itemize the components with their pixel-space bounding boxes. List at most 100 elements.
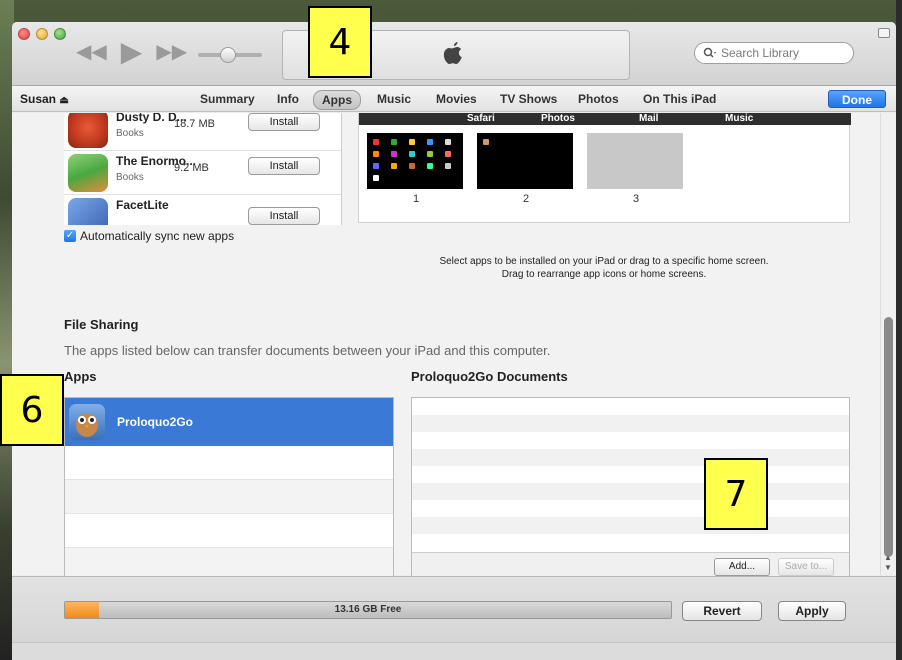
callout-7: 7 <box>704 458 768 530</box>
app-thumb <box>427 139 433 145</box>
done-button[interactable]: Done <box>828 90 886 108</box>
document-row <box>412 517 849 534</box>
scroll-down-arrow-icon[interactable]: ▼ <box>884 563 892 572</box>
home-screen-help-line: Drag to rearrange app icons or home scre… <box>501 269 707 280</box>
app-thumb <box>427 151 433 157</box>
dock-label: Safari <box>467 113 495 124</box>
app-row[interactable]: Dusty D. D... Books 18.7 MB Install <box>64 113 341 151</box>
device-name-label: Susan <box>20 92 57 106</box>
capacity-bar: 13.16 GB Free <box>64 601 672 619</box>
app-thumb <box>445 163 451 169</box>
status-bar <box>12 642 896 660</box>
app-thumb <box>391 139 397 145</box>
app-thumb <box>373 163 379 169</box>
search-field[interactable]: Search Library <box>694 42 854 64</box>
proloquo2go-app-icon <box>69 404 105 440</box>
home-screen-thumbnail[interactable] <box>367 133 463 189</box>
home-screen-help: Select apps to be installed on your iPad… <box>358 255 850 281</box>
dock-label: Photos <box>541 113 575 124</box>
app-row[interactable]: FacetLite Install <box>64 195 341 225</box>
apple-logo-icon <box>443 42 462 64</box>
fullscreen-toggle-button[interactable] <box>878 28 890 38</box>
toolbar: ◀◀ ▶ ▶▶ Search Library <box>12 22 896 86</box>
tab-info[interactable]: Info <box>277 92 299 106</box>
app-category: Books <box>116 128 144 139</box>
content-scrollbar[interactable]: ▲ ▼ <box>880 113 896 575</box>
file-sharing-app-row[interactable]: Proloquo2Go <box>65 398 393 446</box>
zoom-window-button[interactable] <box>54 28 66 40</box>
rewind-button[interactable]: ◀◀ <box>76 42 107 62</box>
auto-sync-option[interactable]: ✓ Automatically sync new apps <box>64 229 234 243</box>
document-row <box>412 398 849 415</box>
empty-row <box>65 446 393 480</box>
app-thumb <box>373 139 379 145</box>
content-scroll-thumb[interactable] <box>884 317 893 557</box>
app-name: FacetLite <box>116 198 169 212</box>
facetlite-app-icon <box>68 198 108 225</box>
enormous-crocodile-app-icon <box>68 154 108 192</box>
apps-column-header: Apps <box>64 369 97 384</box>
sync-bar: 13.16 GB Free Revert Apply <box>12 576 896 642</box>
home-screen-thumbnail[interactable] <box>477 133 573 189</box>
app-row[interactable]: The Enormo... Books 9.2 MB Install <box>64 151 341 195</box>
tab-tv-shows[interactable]: TV Shows <box>500 92 557 106</box>
tab-apps[interactable]: Apps <box>313 90 361 110</box>
home-screen-number: 1 <box>413 193 420 205</box>
close-window-button[interactable] <box>18 28 30 40</box>
apply-button[interactable]: Apply <box>778 601 846 621</box>
app-size: 9.2 MB <box>174 162 209 174</box>
add-document-button[interactable]: Add... <box>714 558 770 576</box>
itunes-window: ◀◀ ▶ ▶▶ Search Library Susan ⏏ Summary I… <box>12 22 896 660</box>
tab-on-this-ipad[interactable]: On This iPad <box>643 92 716 106</box>
volume-slider-knob[interactable] <box>220 47 236 63</box>
document-row <box>412 483 849 500</box>
app-list: Dusty D. D... Books 18.7 MB Install The … <box>64 113 342 225</box>
app-thumb <box>483 139 489 145</box>
search-placeholder: Search Library <box>721 46 800 60</box>
device-nav-bar: Susan ⏏ Summary Info Apps Music Movies T… <box>12 86 896 112</box>
callout-6: 6 <box>0 374 64 446</box>
home-screen-thumbnail[interactable] <box>587 133 683 189</box>
file-sharing-description: The apps listed below can transfer docum… <box>64 343 551 358</box>
volume-slider[interactable] <box>198 47 262 63</box>
app-size: 18.7 MB <box>174 118 215 130</box>
home-screens-panel: Safari Photos Mail Music 1 2 3 <box>358 113 851 223</box>
dusty-app-icon <box>68 113 108 148</box>
save-to-button[interactable]: Save to... <box>778 558 834 576</box>
fast-forward-button[interactable]: ▶▶ <box>156 42 187 62</box>
revert-button[interactable]: Revert <box>682 601 762 621</box>
empty-row <box>65 514 393 548</box>
tab-photos[interactable]: Photos <box>578 92 619 106</box>
app-thumb <box>391 163 397 169</box>
owl-icon <box>76 413 98 437</box>
app-category: Books <box>116 172 144 183</box>
scroll-up-arrow-icon[interactable]: ▲ <box>884 553 892 562</box>
tab-movies[interactable]: Movies <box>436 92 477 106</box>
document-row <box>412 415 849 432</box>
dock-label: Music <box>725 113 754 124</box>
app-thumb <box>445 151 451 157</box>
auto-sync-label: Automatically sync new apps <box>80 229 235 243</box>
tab-summary[interactable]: Summary <box>200 92 255 106</box>
document-row <box>412 466 849 483</box>
file-sharing-apps-list: Proloquo2Go <box>64 397 394 582</box>
playback-controls: ◀◀ ▶ ▶▶ <box>76 38 187 66</box>
eject-icon[interactable]: ⏏ <box>59 95 68 106</box>
app-thumb <box>409 139 415 145</box>
install-button[interactable]: Install <box>248 157 320 175</box>
tab-music[interactable]: Music <box>377 92 411 106</box>
dock-bar: Safari Photos Mail Music <box>359 113 851 125</box>
auto-sync-checkbox[interactable]: ✓ <box>64 230 76 242</box>
home-screen-number: 3 <box>633 193 640 205</box>
file-sharing-title: File Sharing <box>64 317 139 332</box>
device-menu[interactable]: Susan ⏏ <box>20 92 69 106</box>
install-button[interactable]: Install <box>248 207 320 225</box>
app-thumb <box>409 163 415 169</box>
play-button[interactable]: ▶ <box>121 38 143 66</box>
app-thumb <box>373 151 379 157</box>
capacity-free-label: 13.16 GB Free <box>334 604 402 615</box>
home-screen-number: 2 <box>523 193 530 205</box>
install-button[interactable]: Install <box>248 113 320 131</box>
minimize-window-button[interactable] <box>36 28 48 40</box>
home-screen-help-line: Select apps to be installed on your iPad… <box>439 256 769 267</box>
